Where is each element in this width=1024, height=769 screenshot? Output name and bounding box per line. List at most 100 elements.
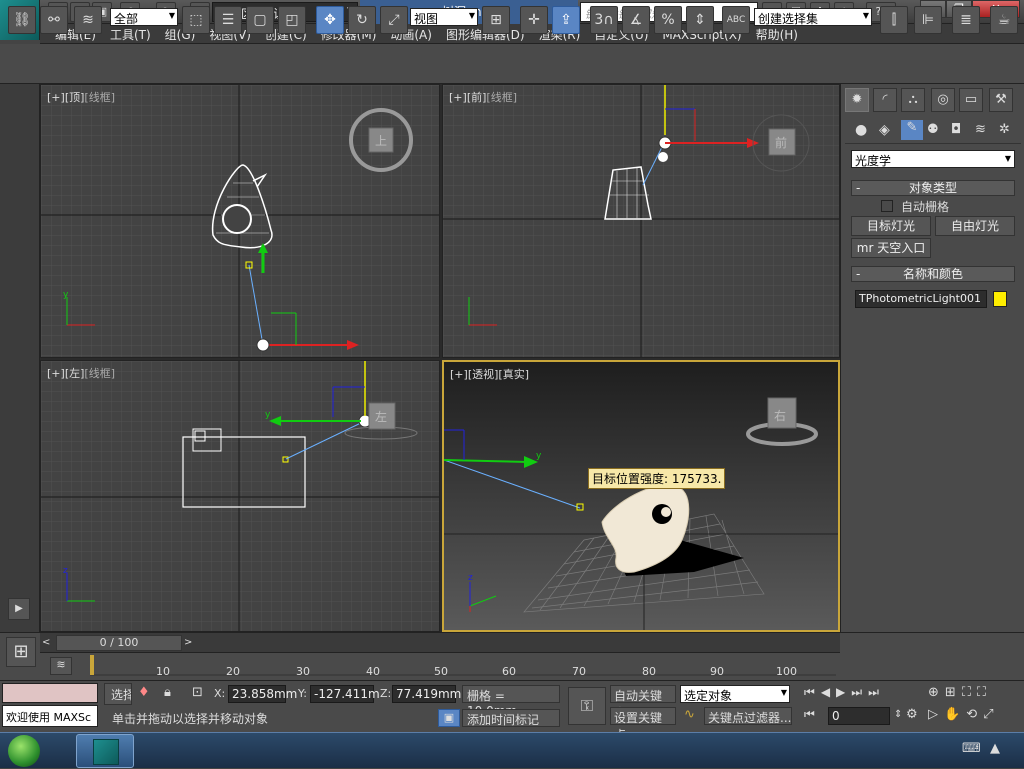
unlink-icon[interactable]: ⚯ bbox=[40, 6, 68, 34]
viewport-left-mode[interactable]: [线框] bbox=[84, 367, 115, 380]
hierarchy-tab-icon[interactable]: ⛬ bbox=[901, 88, 925, 112]
set-key-icon[interactable]: ⚿ bbox=[568, 687, 606, 725]
key-mode-toggle-icon[interactable]: ⏮ bbox=[804, 707, 815, 722]
key-filters-button[interactable]: 关键点过滤器... bbox=[704, 707, 792, 725]
auto-grid-checkbox[interactable] bbox=[881, 200, 893, 212]
viewport-front-name[interactable]: [前] bbox=[467, 91, 487, 104]
auto-key-button[interactable]: 自动关键点 bbox=[610, 685, 676, 720]
helpers-icon[interactable]: ◘ bbox=[951, 122, 961, 137]
keyboard-shortcut-override-icon[interactable]: ⇪ bbox=[552, 6, 580, 34]
modify-tab-icon[interactable]: ◜ bbox=[873, 88, 897, 112]
zoom-extents-icon[interactable]: ⛶ bbox=[962, 685, 977, 700]
viewport-perspective-mode[interactable]: [真实] bbox=[498, 368, 529, 381]
time-config-icon[interactable]: ⚙ bbox=[906, 707, 918, 722]
x-coordinate-input[interactable]: 23.858mm bbox=[228, 685, 297, 703]
cameras-icon[interactable]: ⚉ bbox=[927, 122, 939, 137]
spinner-snap-icon[interactable]: ⇕ bbox=[686, 6, 714, 34]
window-crossing-icon[interactable]: ◰ bbox=[278, 6, 306, 34]
go-to-start-icon[interactable]: ⏮ bbox=[804, 685, 821, 699]
set-key-button[interactable]: 设置关键点 bbox=[610, 707, 676, 742]
mirror-icon[interactable]: ⫿ bbox=[880, 6, 908, 34]
zoom-icon[interactable]: ⊕ bbox=[928, 685, 945, 700]
light-category-dropdown[interactable]: 光度学 ▼ bbox=[851, 150, 1015, 168]
menu-tools[interactable]: 工具(T) bbox=[103, 24, 158, 45]
select-by-name-icon[interactable]: ☰ bbox=[214, 6, 242, 34]
named-selection-dropdown[interactable]: 创建选择集 bbox=[754, 8, 872, 26]
maxscript-listener-input[interactable]: 欢迎使用 MAXSc bbox=[2, 705, 98, 727]
pivot-center-icon[interactable]: ⊞ bbox=[482, 6, 510, 34]
expand-panel-icon[interactable]: ▶ bbox=[8, 598, 30, 620]
tray-arrow-icon[interactable]: ▲ bbox=[990, 741, 1000, 756]
play-icon[interactable]: ▶ bbox=[836, 685, 851, 699]
object-name-input[interactable]: TPhotometricLight001 bbox=[855, 290, 987, 308]
viewport-front-plus[interactable]: [+] bbox=[449, 91, 467, 104]
name-color-header[interactable]: - 名称和颜色 bbox=[851, 266, 1015, 282]
z-coordinate-input[interactable]: 77.419mm bbox=[392, 685, 461, 703]
viewport-perspective-plus[interactable]: [+] bbox=[450, 368, 468, 381]
align-icon[interactable]: ⊫ bbox=[914, 6, 942, 34]
time-slider-thumb[interactable]: 0 / 100 bbox=[56, 635, 182, 651]
zoom-all-icon[interactable]: ⊞ bbox=[945, 685, 962, 700]
prev-key-icon[interactable]: ◀ bbox=[821, 685, 836, 699]
add-time-tag-button[interactable]: 添加时间标记 bbox=[462, 709, 560, 727]
time-tag-icon[interactable]: ▣ bbox=[438, 709, 460, 727]
isolate-icon[interactable]: ♦ bbox=[138, 685, 150, 700]
select-scale-icon[interactable]: ⤢ bbox=[380, 6, 408, 34]
lock-selection-icon[interactable]: 🔒︎ bbox=[164, 685, 171, 700]
selection-filter-dropdown[interactable]: 全部 bbox=[110, 8, 178, 26]
maxscript-listener-pink[interactable] bbox=[2, 683, 98, 703]
display-tab-icon[interactable]: ▭ bbox=[959, 88, 983, 112]
viewport-top[interactable]: 上 y [+][顶][线框] bbox=[40, 84, 440, 358]
create-tab-icon[interactable]: ✹ bbox=[845, 88, 869, 112]
select-object-icon[interactable]: ⬚ bbox=[182, 6, 210, 34]
viewport-left[interactable]: y 左 z [+][左][线框] bbox=[40, 360, 440, 632]
rect-selection-icon[interactable]: ▢ bbox=[246, 6, 274, 34]
next-frame-icon[interactable]: > bbox=[184, 635, 198, 651]
orbit-icon[interactable]: ⟲ bbox=[966, 707, 983, 722]
target-light-button[interactable]: 目标灯光 bbox=[851, 216, 931, 236]
render-setup-icon[interactable]: ☕ bbox=[990, 6, 1018, 34]
edit-named-selection-icon[interactable]: ABC bbox=[722, 6, 750, 34]
go-to-end-icon[interactable]: ⏭ bbox=[868, 685, 885, 699]
viewport-perspective[interactable]: y 右 z 目标位置强度: 175733. [+][透视][真实] bbox=[442, 360, 840, 632]
viewport-top-mode[interactable]: [线框] bbox=[84, 91, 115, 104]
viewport-left-plus[interactable]: [+] bbox=[47, 367, 65, 380]
utilities-tab-icon[interactable]: ⚒ bbox=[989, 88, 1013, 112]
lights-icon[interactable]: ✎ bbox=[901, 120, 923, 140]
systems-icon[interactable]: ✲ bbox=[999, 122, 1010, 137]
select-rotate-icon[interactable]: ↻ bbox=[348, 6, 376, 34]
bind-space-warp-icon[interactable]: ≋ bbox=[74, 6, 102, 34]
viewport-front-label[interactable]: [+][前][线框] bbox=[449, 89, 517, 105]
pan-icon[interactable]: ✋ bbox=[944, 707, 966, 722]
space-warps-icon[interactable]: ≋ bbox=[975, 122, 986, 137]
viewport-top-name[interactable]: [顶] bbox=[65, 91, 85, 104]
layer-manager-icon[interactable]: ≣ bbox=[952, 6, 980, 34]
viewport-left-name[interactable]: [左] bbox=[65, 367, 85, 380]
start-button[interactable] bbox=[4, 733, 44, 769]
shapes-icon[interactable]: ◈ bbox=[879, 122, 890, 138]
viewport-perspective-name[interactable]: [透视] bbox=[468, 368, 499, 381]
track-bar[interactable]: ≋ 10 20 30 40 50 60 70 80 90 100 bbox=[40, 652, 840, 680]
snaps-toggle-icon[interactable]: 3∩ bbox=[590, 6, 618, 34]
key-mode-dropdown[interactable]: 选定对象 bbox=[680, 685, 790, 703]
viewport-top-plus[interactable]: [+] bbox=[47, 91, 65, 104]
select-move-icon[interactable]: ✥ bbox=[316, 6, 344, 34]
taskbar-3dsmax-app[interactable] bbox=[76, 734, 134, 768]
motion-tab-icon[interactable]: ◎ bbox=[931, 88, 955, 112]
percent-snap-icon[interactable]: % bbox=[654, 6, 682, 34]
curve-editor-icon[interactable]: ≋ bbox=[50, 657, 72, 675]
viewport-front[interactable]: 前 [+][前][线框] bbox=[442, 84, 840, 358]
next-key-icon[interactable]: ⏭ bbox=[851, 685, 868, 699]
y-coordinate-input[interactable]: -127.411m bbox=[310, 685, 380, 703]
viewport-layout-icon[interactable]: ⊞ bbox=[6, 637, 36, 667]
maximize-viewport-icon[interactable]: ⤢ bbox=[983, 707, 999, 722]
keyboard-tray-icon[interactable]: ⌨ bbox=[962, 741, 981, 756]
zoom-extents-all-icon[interactable]: ⛶ bbox=[977, 685, 992, 700]
select-manipulate-icon[interactable]: ✛ bbox=[520, 6, 548, 34]
current-frame-input[interactable]: 0 bbox=[828, 707, 890, 725]
viewport-left-label[interactable]: [+][左][线框] bbox=[47, 365, 115, 381]
viewport-front-mode[interactable]: [线框] bbox=[486, 91, 517, 104]
prev-frame-icon[interactable]: < bbox=[42, 635, 56, 651]
free-light-button[interactable]: 自由灯光 bbox=[935, 216, 1015, 236]
frame-spinner-icon[interactable]: ⇕ bbox=[894, 709, 902, 720]
